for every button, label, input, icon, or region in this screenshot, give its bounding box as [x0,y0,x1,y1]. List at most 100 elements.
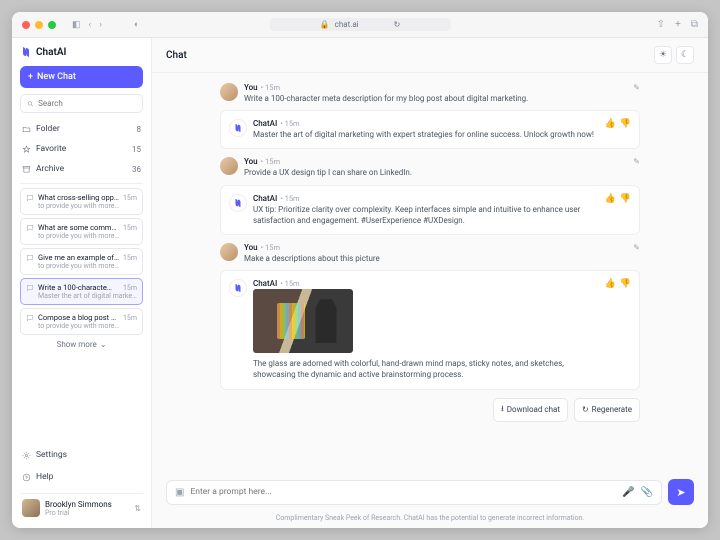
chevron-down-icon: ⌄ [100,340,107,349]
input-bar: ▣ 🎤 📎 ➤ [166,479,694,505]
brand-label: ChatAI [36,47,66,58]
main-header: Chat ☀ ☾ [152,38,708,73]
history-item[interactable]: What cross-selling oppo…15mto provide yo… [20,188,143,215]
thumbs-up-icon[interactable]: 👍 [605,119,616,140]
msg-text: UX tip: Prioritize clarity over complexi… [253,204,599,226]
nav-help[interactable]: Help [20,467,143,487]
attached-image [253,289,353,353]
msg-text: Master the art of digital marketing with… [253,129,599,140]
gear-icon [22,451,31,460]
msg-text: Provide a UX design tip I can share on L… [244,167,627,178]
theme-light-button[interactable]: ☀ [654,46,672,64]
thumbs-up-icon[interactable]: 👍 [605,194,616,226]
settings-label: Settings [36,450,67,460]
history-subtitle: to provide you with more… [38,322,137,330]
history-item[interactable]: Give me an example of…15mto provide you … [20,248,143,275]
regenerate-button[interactable]: ↻Regenerate [574,398,640,422]
nav-forward-icon[interactable]: › [99,20,102,30]
user-name: Brooklyn Simmons [45,500,129,509]
maximize-dot[interactable] [48,21,56,29]
sidebar: ChatAI + New Chat Folder 8 Favorite 15 A… [12,38,152,528]
nav-folder-label: Folder [36,124,60,134]
app-window: ◧ ‹ › ◐ 🔒 chat.ai ↻ ⇧ + ⧉ ChatAI + New C… [12,12,708,528]
user-avatar [22,499,40,517]
refresh-icon: ↻ [582,405,589,414]
user-plan: Pro trial [45,509,129,517]
brand-logo-icon [20,46,32,58]
close-dot[interactable] [22,21,30,29]
share-icon[interactable]: ⇧ [657,19,665,30]
regenerate-label: Regenerate [592,405,632,414]
minimize-dot[interactable] [35,21,43,29]
download-icon: ⭳ [501,403,504,417]
nav-favorite[interactable]: Favorite 15 [20,139,143,159]
ai-message-card: ChatAI• 15m The glass are adorned with c… [220,270,640,389]
msg-text: Write a 100-character meta description f… [244,93,627,104]
user-message: You• 15m Provide a UX design tip I can s… [220,157,640,178]
send-button[interactable]: ➤ [668,479,694,505]
edit-icon[interactable]: ✎ [633,157,640,166]
nav-archive[interactable]: Archive 36 [20,159,143,179]
user-avatar-icon [220,157,238,175]
thumbs-down-icon[interactable]: 👎 [620,279,631,380]
history-item[interactable]: Compose a blog post of… 15mto provide you… [20,308,143,335]
disclaimer-text: Complimentary Sneak Peek of Research. Ch… [152,511,708,528]
download-chat-button[interactable]: ⭳Download chat [493,398,568,422]
sidebar-toggle-icon[interactable]: ◧ [72,20,81,30]
history-subtitle: to provide you with more… [38,232,137,240]
refresh-icon[interactable]: ↻ [394,20,401,29]
history-time: 15m [123,284,137,292]
thumbs-down-icon[interactable]: 👎 [620,119,631,140]
history-time: 15m [123,314,137,322]
history-subtitle: to provide you with more… [38,202,137,210]
nav-favorite-count: 15 [132,145,141,154]
chat-icon [26,194,34,202]
msg-time: • 15m [280,119,299,128]
mic-icon[interactable]: 🎤 [622,487,634,498]
edit-icon[interactable]: ✎ [633,243,640,252]
msg-author: ChatAI [253,279,277,288]
shield-icon[interactable]: ◐ [134,19,139,30]
user-message: You• 15m Make a descriptions about this … [220,243,640,264]
history-item[interactable]: What are some common…15mto provide you w… [20,218,143,245]
main-panel: Chat ☀ ☾ You• 15m Write a 100-character … [152,38,708,528]
nav-archive-count: 36 [132,165,141,174]
history-item[interactable]: Write a 100-characte… 15mMaster the art o… [20,278,143,305]
nav-folder[interactable]: Folder 8 [20,119,143,139]
theme-dark-button[interactable]: ☾ [676,46,694,64]
attach-icon[interactable]: 📎 [641,487,653,498]
user-box[interactable]: Brooklyn Simmons Pro trial ⇅ [20,493,143,522]
image-icon[interactable]: ▣ [175,487,184,498]
ai-avatar-icon [229,194,247,212]
chat-icon [26,254,34,262]
edit-icon[interactable]: ✎ [633,83,640,92]
prompt-input[interactable] [190,487,616,497]
msg-time: • 15m [261,83,280,92]
thumbs-down-icon[interactable]: 👎 [620,194,631,226]
history-title: Compose a blog post of… [38,313,119,322]
download-label: Download chat [507,405,560,414]
history-list: What cross-selling oppo…15mto provide yo… [20,188,143,335]
user-avatar-icon [220,83,238,101]
add-tab-icon[interactable]: + [675,19,681,30]
ai-message-card: ChatAI• 15m UX tip: Prioritize clarity o… [220,185,640,235]
send-icon: ➤ [676,486,685,499]
folder-icon [22,125,31,134]
nav-folder-count: 8 [137,125,142,134]
address-bar[interactable]: 🔒 chat.ai ↻ [270,18,451,31]
thumbs-up-icon[interactable]: 👍 [605,279,616,380]
history-title: Write a 100-characte… [38,283,119,292]
chat-icon [26,224,34,232]
nav-settings[interactable]: Settings [20,445,143,465]
search-input[interactable] [38,99,136,108]
help-label: Help [36,472,53,482]
show-more-button[interactable]: Show more ⌄ [20,335,143,354]
show-more-label: Show more [57,340,97,349]
history-subtitle: Master the art of digital marketi… [38,292,137,300]
tabs-icon[interactable]: ⧉ [691,19,698,30]
star-icon [22,145,31,154]
new-chat-button[interactable]: + New Chat [20,66,143,88]
search-box[interactable] [20,94,143,113]
prompt-input-box[interactable]: ▣ 🎤 📎 [166,480,662,505]
nav-back-icon[interactable]: ‹ [89,20,92,30]
